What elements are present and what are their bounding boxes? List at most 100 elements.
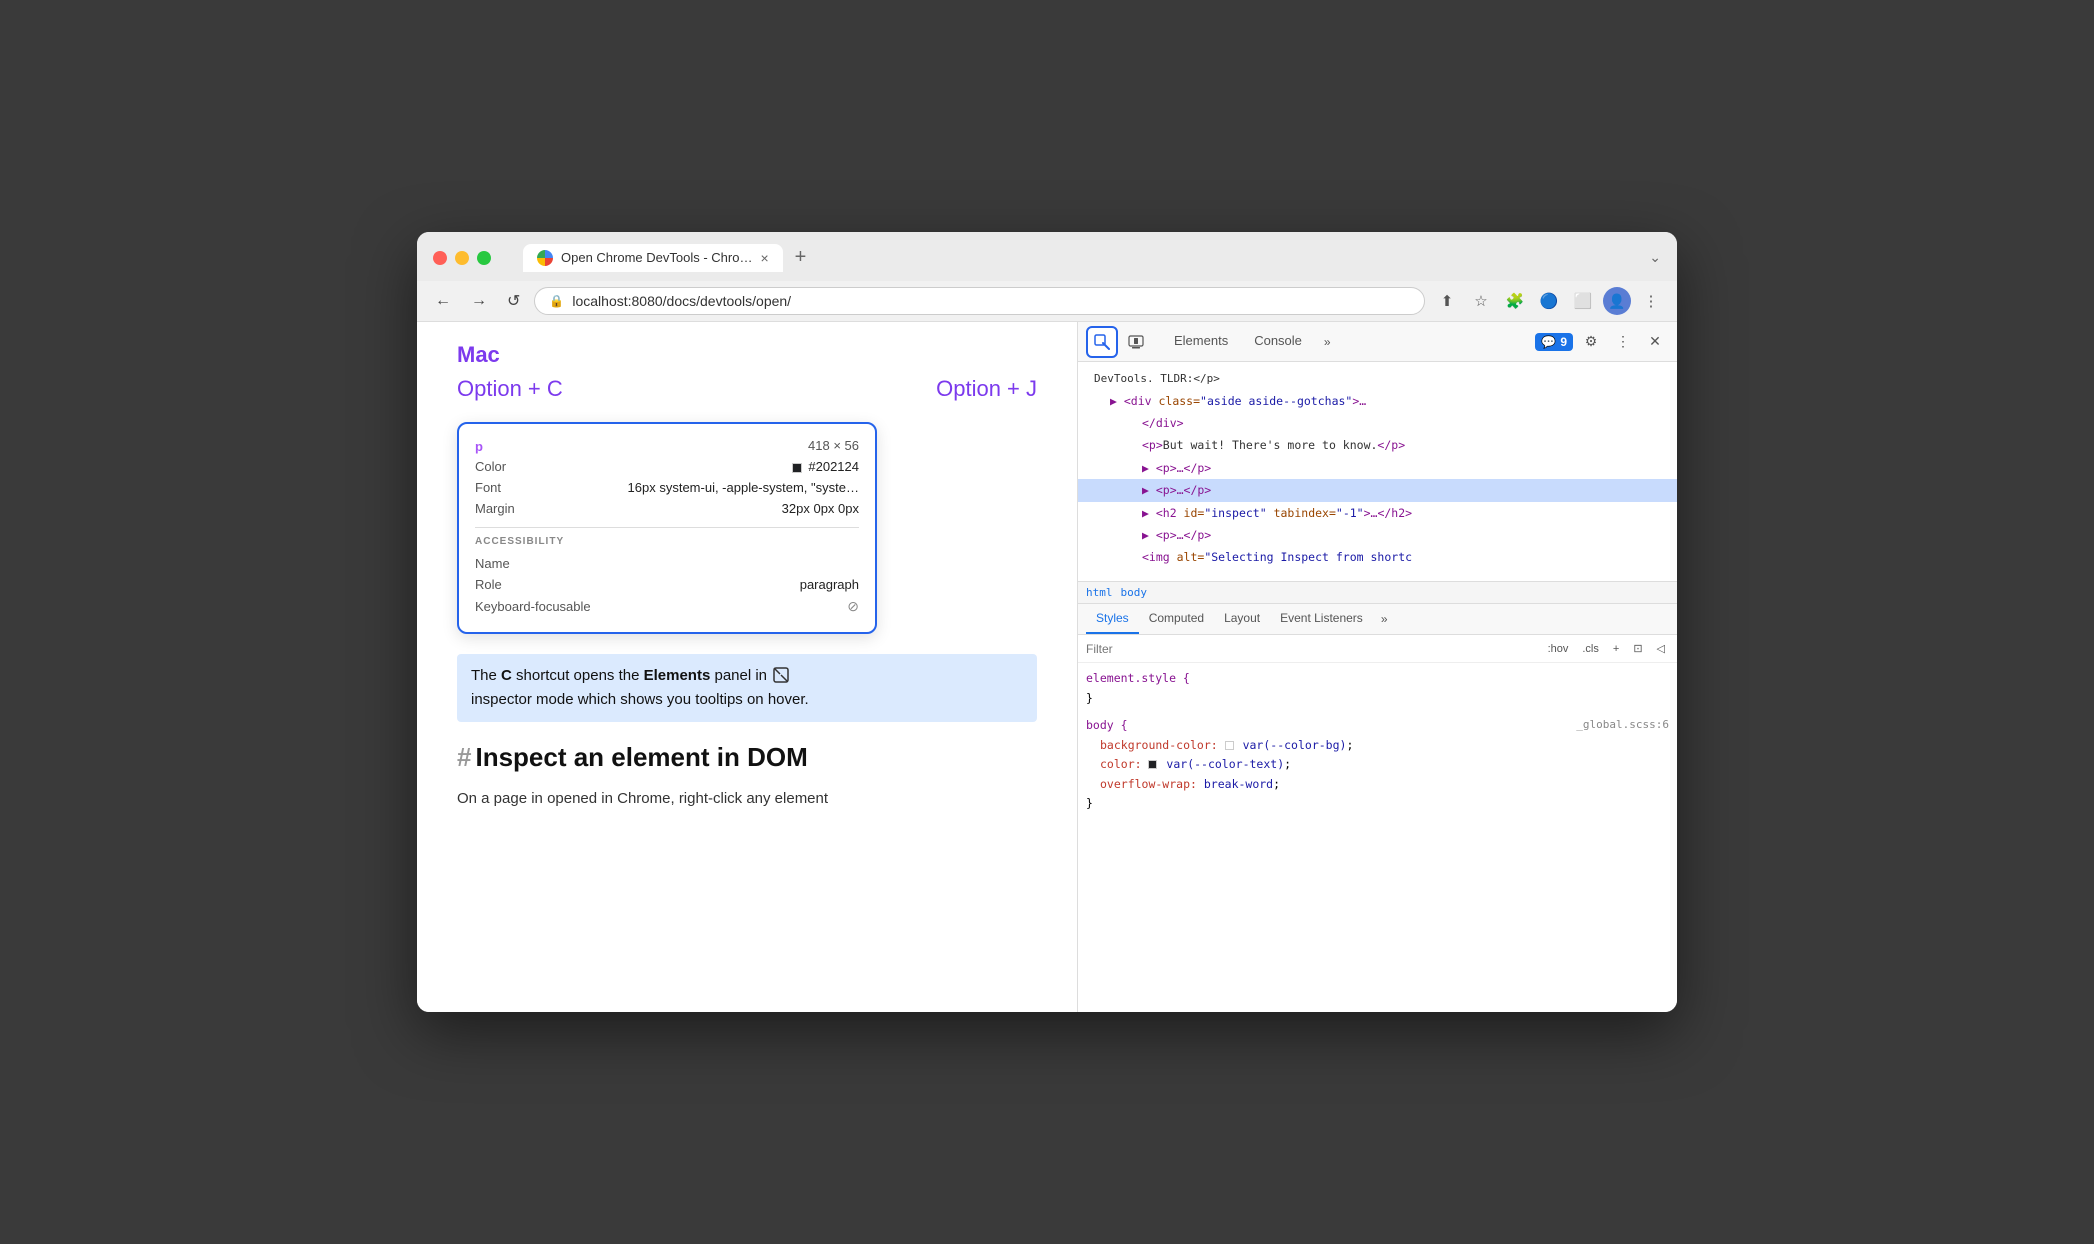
section-title: Inspect an element in DOM: [475, 742, 807, 772]
share-icon[interactable]: ⬆: [1433, 287, 1461, 315]
bookmark-icon[interactable]: ☆: [1467, 287, 1495, 315]
inspect-element-button[interactable]: [1086, 326, 1118, 358]
maximize-button[interactable]: [477, 251, 491, 265]
breadcrumb-html[interactable]: html: [1086, 586, 1113, 599]
reload-button[interactable]: ↺: [501, 287, 526, 315]
nav-icons: ⬆ ☆ 🧩 🔵 ⬜ 👤 ⋮: [1433, 287, 1665, 315]
css-value-overflow: break-word: [1204, 777, 1273, 791]
tab-elements[interactable]: Elements: [1162, 327, 1240, 356]
element-style-block: element.style { }: [1086, 669, 1669, 708]
highlighted-text-4: inspector mode which shows you tooltips …: [471, 691, 809, 708]
tab-close-button[interactable]: ×: [760, 250, 768, 266]
css-prop-overflow: overflow-wrap:: [1100, 777, 1197, 791]
tooltip-keyboard-row: Keyboard-focusable ⊘: [475, 595, 859, 618]
close-devtools-button[interactable]: ✕: [1641, 328, 1669, 356]
color-swatch-icon: [792, 463, 802, 473]
no-value-icon: ⊘: [847, 598, 859, 615]
toggle-sidebar-button[interactable]: ◁: [1653, 640, 1669, 657]
copy-styles-button[interactable]: ⊡: [1629, 640, 1646, 657]
new-tab-button[interactable]: +: [787, 242, 815, 273]
css-prop-color: color:: [1100, 757, 1142, 771]
devtools-tabs: Elements Console »: [1162, 327, 1531, 356]
elements-tree: DevTools. TLDR:</p> ▶ <div class="aside …: [1078, 362, 1677, 582]
styles-panel: Styles Computed Layout Event Listeners »…: [1078, 604, 1677, 1012]
console-badge[interactable]: 💬 9: [1535, 333, 1573, 351]
menu-icon[interactable]: ⋮: [1637, 287, 1665, 315]
section-hash: #: [457, 742, 471, 772]
tooltip-font-row: Font 16px system-ui, -apple-system, "sys…: [475, 477, 859, 498]
highlighted-text-3: panel in: [710, 667, 767, 684]
tab-computed[interactable]: Computed: [1139, 604, 1214, 634]
shortcut-c: Option + C: [457, 376, 563, 402]
tree-line[interactable]: ▶ <h2 id="inspect" tabindex="-1">…</h2>: [1078, 502, 1677, 524]
tab-bar: Open Chrome DevTools - Chro… × + ⌄: [523, 242, 1661, 273]
cast-icon[interactable]: ⬜: [1569, 287, 1597, 315]
tab-favicon-icon: [537, 250, 553, 266]
tree-line[interactable]: ▶ <div class="aside aside--gotchas">…: [1078, 390, 1677, 412]
highlighted-text-2: shortcut opens the: [512, 667, 644, 684]
breadcrumb-body[interactable]: body: [1121, 586, 1148, 599]
filter-input[interactable]: [1086, 642, 1538, 656]
browser-content: Mac Option + C Option + J p 418 × 56 Col…: [417, 322, 1677, 1012]
highlighted-bold-elements: Elements: [644, 667, 711, 684]
css-swatch-white-icon[interactable]: [1225, 741, 1234, 750]
devtools-actions: 💬 9 ⚙ ⋮ ✕: [1535, 328, 1669, 356]
forward-button[interactable]: →: [465, 288, 493, 314]
tooltip-divider: [475, 527, 859, 528]
tooltip-font-value: 16px system-ui, -apple-system, "syste…: [628, 480, 859, 495]
tooltip-role-value: paragraph: [800, 577, 859, 592]
mac-label: Mac: [457, 342, 1037, 368]
extensions-icon[interactable]: 🧩: [1501, 287, 1529, 315]
nav-bar: ← → ↺ 🔒 localhost:8080/docs/devtools/ope…: [417, 281, 1677, 322]
title-bar: Open Chrome DevTools - Chro… × + ⌄: [417, 232, 1677, 281]
styles-tabs: Styles Computed Layout Event Listeners »: [1078, 604, 1677, 635]
device-toggle-button[interactable]: [1122, 328, 1150, 356]
hov-filter-button[interactable]: :hov: [1544, 641, 1573, 657]
tree-line[interactable]: ▶ <p>…</p>: [1078, 524, 1677, 546]
tree-line[interactable]: <img alt="Selecting Inspect from shortc: [1078, 546, 1677, 568]
tab-list-button[interactable]: ⌄: [1649, 249, 1661, 266]
tree-line[interactable]: ▶ <p>…</p>: [1078, 457, 1677, 479]
tooltip-color-value: #202124: [792, 459, 859, 474]
profile-avatar[interactable]: 👤: [1603, 287, 1631, 315]
address-bar[interactable]: 🔒 localhost:8080/docs/devtools/open/: [534, 287, 1425, 315]
css-prop-bg: background-color:: [1100, 738, 1218, 752]
tab-styles[interactable]: Styles: [1086, 604, 1139, 634]
cls-filter-button[interactable]: .cls: [1578, 641, 1603, 657]
tooltip-margin-value: 32px 0px 0px: [782, 501, 859, 516]
more-devtools-button[interactable]: ⋮: [1609, 328, 1637, 356]
close-button[interactable]: [433, 251, 447, 265]
tree-line[interactable]: DevTools. TLDR:</p>: [1078, 368, 1677, 390]
tooltip-role-row: Role paragraph: [475, 574, 859, 595]
css-var-color: var(--color-text): [1166, 757, 1284, 771]
chrome-icon[interactable]: 🔵: [1535, 287, 1563, 315]
minimize-button[interactable]: [455, 251, 469, 265]
tree-line[interactable]: </div>: [1078, 412, 1677, 434]
back-button[interactable]: ←: [429, 288, 457, 314]
devtools-panel: Elements Console » 💬 9 ⚙ ⋮ ✕ DevTools. T…: [1077, 322, 1677, 1012]
devtools-header: Elements Console » 💬 9 ⚙ ⋮ ✕: [1078, 322, 1677, 362]
add-rule-button[interactable]: +: [1609, 641, 1623, 657]
css-body-close: }: [1086, 796, 1093, 810]
styles-content: element.style { } body { _global.scss:6 …: [1078, 663, 1677, 1012]
settings-button[interactable]: ⚙: [1577, 328, 1605, 356]
tooltip-color-row: Color #202124: [475, 456, 859, 477]
css-value-bg: var(--color-bg);: [1225, 738, 1354, 752]
body-style-block: body { _global.scss:6 background-color: …: [1086, 716, 1669, 814]
inspector-icon: [773, 667, 791, 685]
tooltip-color-label: Color: [475, 459, 555, 474]
active-tab[interactable]: Open Chrome DevTools - Chro… ×: [523, 244, 783, 272]
tab-title: Open Chrome DevTools - Chro…: [561, 250, 752, 265]
tooltip-dimensions: 418 × 56: [808, 438, 859, 453]
element-tooltip: p 418 × 56 Color #202124 Font 16px syste…: [457, 422, 877, 634]
browser-window: Open Chrome DevTools - Chro… × + ⌄ ← → ↺…: [417, 232, 1677, 1012]
highlighted-text-1: The: [471, 667, 501, 684]
css-swatch-dark-icon[interactable]: [1148, 760, 1157, 769]
tab-event-listeners[interactable]: Event Listeners: [1270, 604, 1373, 634]
styles-tab-more[interactable]: »: [1373, 605, 1396, 633]
tree-line[interactable]: <p>But wait! There's more to know.</p>: [1078, 434, 1677, 456]
tree-line-selected[interactable]: ▶ <p>…</p>: [1078, 479, 1677, 501]
tab-console[interactable]: Console: [1242, 327, 1314, 356]
tab-layout[interactable]: Layout: [1214, 604, 1270, 634]
tab-more-button[interactable]: »: [1316, 329, 1339, 355]
